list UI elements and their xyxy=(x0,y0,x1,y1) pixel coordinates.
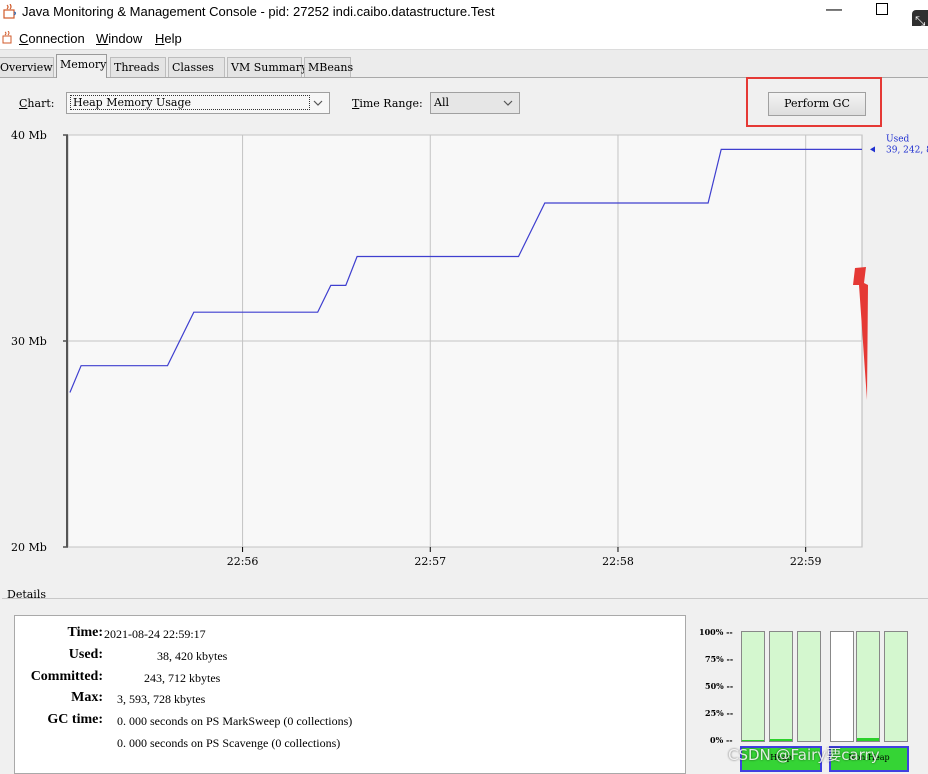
tab-mbeans[interactable]: MBeans xyxy=(304,57,353,77)
pool-bar-compressed-class[interactable] xyxy=(884,631,908,742)
x-tick-label: 22:59 xyxy=(790,555,822,568)
heap-memory-chart: 40 Mb 30 Mb 20 Mb 22:56 22:57 22:58 22:59 Used… xyxy=(11,129,928,568)
pool-bar-fill xyxy=(770,738,792,741)
pool-bar-old-gen[interactable] xyxy=(797,631,821,742)
pool-bar-fill xyxy=(857,737,879,741)
chevron-down-icon xyxy=(313,100,323,106)
tab-threads[interactable]: Threads xyxy=(110,57,166,77)
time-range-value: All xyxy=(434,96,449,109)
gc-time-marksweep: 0. 000 seconds on PS MarkSweep (0 collec… xyxy=(117,714,353,728)
window-title: Java Monitoring & Management Console - p… xyxy=(22,4,495,19)
x-tick-label: 22:56 xyxy=(227,555,259,568)
details-panel: Time: 2021-08-24 22:59:17 Used: 38, 420 … xyxy=(14,615,686,774)
used-label: Used: xyxy=(68,647,103,662)
current-value-marker xyxy=(870,146,875,153)
tab-vm-summary[interactable]: VM Summary xyxy=(227,57,307,77)
java-app-icon xyxy=(3,4,17,19)
menu-bar: Connection Window Help _ ⧉ xyxy=(0,26,928,75)
y-tick-label: 30 Mb xyxy=(11,335,47,348)
chevron-down-icon xyxy=(503,100,513,106)
pct-label-50: 50% -- xyxy=(705,681,734,691)
gc-time-scavenge: 0. 000 seconds on PS Scavenge (0 collect… xyxy=(117,736,341,750)
minimize-window-button[interactable]: — xyxy=(822,1,846,23)
maximize-window-button[interactable] xyxy=(876,3,888,15)
tab-memory[interactable]: Memory xyxy=(56,54,107,78)
java-menu-icon xyxy=(2,31,12,44)
annotation-highlight-box xyxy=(746,77,882,127)
gc-time-label: GC time: xyxy=(47,712,103,727)
tab-classes[interactable]: Classes xyxy=(168,57,225,77)
menu-connection[interactable]: Connection xyxy=(19,31,85,46)
menu-window[interactable]: Window xyxy=(96,31,142,46)
used-value: 38, 420 kbytes xyxy=(157,649,228,663)
y-tick-label: 20 Mb xyxy=(11,541,47,554)
x-tick-label: 22:57 xyxy=(414,555,446,568)
chart-select[interactable]: Heap Memory Usage xyxy=(66,92,330,114)
pool-bar-eden[interactable] xyxy=(741,631,765,742)
y-tick-label: 40 Mb xyxy=(11,129,47,142)
pct-label-75: 75% -- xyxy=(705,654,734,664)
current-used-value: 39, 242, 8 xyxy=(886,145,928,155)
max-value: 3, 593, 728 kbytes xyxy=(117,692,206,706)
title-bar: Java Monitoring & Management Console - p… xyxy=(0,0,928,36)
max-label: Max: xyxy=(71,690,103,705)
pct-label-25: 25% -- xyxy=(705,708,734,718)
tab-overview[interactable]: Overview xyxy=(0,57,54,77)
pool-bar-fill xyxy=(742,739,764,741)
watermark: CSDN @Fairy要carry xyxy=(728,746,880,764)
pool-bar-code-cache[interactable] xyxy=(856,631,880,742)
x-tick-label: 22:58 xyxy=(602,555,634,568)
pool-bar-metaspace[interactable] xyxy=(830,631,854,742)
menu-help[interactable]: Help xyxy=(155,31,182,46)
tab-bar: Overview Memory Threads Classes VM Summa… xyxy=(0,50,928,78)
pct-label-100: 100% -- xyxy=(699,627,733,637)
legend-used-label: Used xyxy=(886,134,910,144)
chart-select-label: Chart: xyxy=(19,97,55,110)
time-value: 2021-08-24 22:59:17 xyxy=(104,627,206,641)
chart-select-value: Heap Memory Usage xyxy=(70,95,310,110)
committed-value: 243, 712 kbytes xyxy=(144,671,221,685)
time-label: Time: xyxy=(67,625,103,640)
committed-label: Committed: xyxy=(30,669,103,684)
time-range-label: Time Range: xyxy=(352,97,423,110)
pool-bar-survivor[interactable] xyxy=(769,631,793,742)
time-range-select[interactable]: All xyxy=(430,92,520,114)
